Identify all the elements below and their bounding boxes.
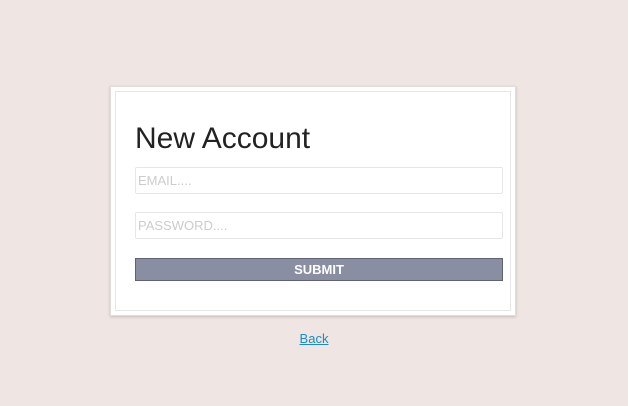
card-inner-border: New Account SUBMIT (115, 91, 511, 311)
back-link[interactable]: Back (300, 331, 329, 346)
back-link-container: Back (0, 331, 628, 347)
page-title: New Account (135, 122, 311, 155)
submit-button[interactable]: SUBMIT (135, 258, 503, 281)
password-field[interactable] (135, 212, 503, 239)
new-account-card: New Account SUBMIT (110, 86, 516, 316)
email-field[interactable] (135, 167, 503, 194)
